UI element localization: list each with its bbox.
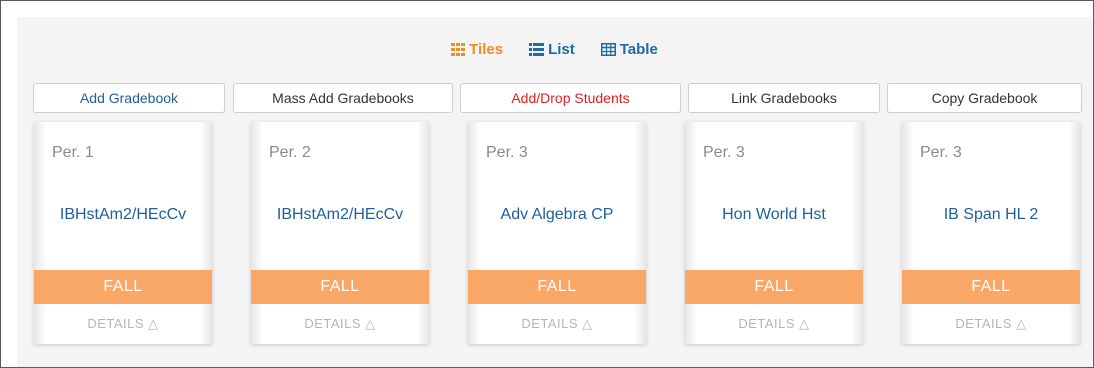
view-table-label: Table (619, 41, 658, 58)
mass-add-gradebooks-button[interactable]: Mass Add Gradebooks (233, 83, 453, 113)
view-tiles-label: Tiles (469, 41, 504, 58)
view-list-tab[interactable]: List (529, 41, 575, 58)
gradebook-tile[interactable]: Per. 3 Adv Algebra CP FALL DETAILS △ (468, 122, 646, 344)
details-toggle[interactable]: DETAILS △ (251, 316, 429, 332)
course-link[interactable]: IB Span HL 2 (902, 206, 1080, 224)
gradebook-panel: Tiles List Table Add Gradebook Mass Add … (17, 17, 1092, 367)
term-badge: FALL (685, 270, 863, 304)
gradebook-tile[interactable]: Per. 1 IBHstAm2/HEcCv FALL DETAILS △ (34, 122, 212, 344)
table-icon (600, 43, 616, 56)
link-gradebooks-button[interactable]: Link Gradebooks (688, 83, 880, 113)
add-drop-students-button[interactable]: Add/Drop Students (460, 83, 681, 113)
gradebook-tile[interactable]: Per. 3 Hon World Hst FALL DETAILS △ (685, 122, 863, 344)
term-badge: FALL (34, 270, 212, 304)
view-switcher: Tiles List Table (17, 41, 1092, 58)
view-list-label: List (548, 41, 575, 58)
details-toggle[interactable]: DETAILS △ (685, 316, 863, 332)
period-label: Per. 2 (269, 144, 311, 161)
gradebook-tile[interactable]: Per. 2 IBHstAm2/HEcCv FALL DETAILS △ (251, 122, 429, 344)
details-toggle[interactable]: DETAILS △ (902, 316, 1080, 332)
term-badge: FALL (902, 270, 1080, 304)
course-link[interactable]: Hon World Hst (685, 206, 863, 224)
period-label: Per. 3 (920, 144, 962, 161)
period-label: Per. 1 (52, 144, 94, 161)
view-table-tab[interactable]: Table (600, 41, 658, 58)
term-badge: FALL (468, 270, 646, 304)
details-toggle[interactable]: DETAILS △ (468, 316, 646, 332)
copy-gradebook-button[interactable]: Copy Gradebook (887, 83, 1082, 113)
course-link[interactable]: IBHstAm2/HEcCv (34, 206, 212, 224)
period-label: Per. 3 (703, 144, 745, 161)
gradebook-tile[interactable]: Per. 3 IB Span HL 2 FALL DETAILS △ (902, 122, 1080, 344)
details-toggle[interactable]: DETAILS △ (34, 316, 212, 332)
view-tiles-tab[interactable]: Tiles (451, 41, 503, 58)
period-label: Per. 3 (486, 144, 528, 161)
course-link[interactable]: IBHstAm2/HEcCv (251, 206, 429, 224)
grid-icon (451, 43, 466, 56)
list-icon (529, 43, 545, 56)
course-link[interactable]: Adv Algebra CP (468, 206, 646, 224)
add-gradebook-button[interactable]: Add Gradebook (33, 83, 225, 113)
term-badge: FALL (251, 270, 429, 304)
